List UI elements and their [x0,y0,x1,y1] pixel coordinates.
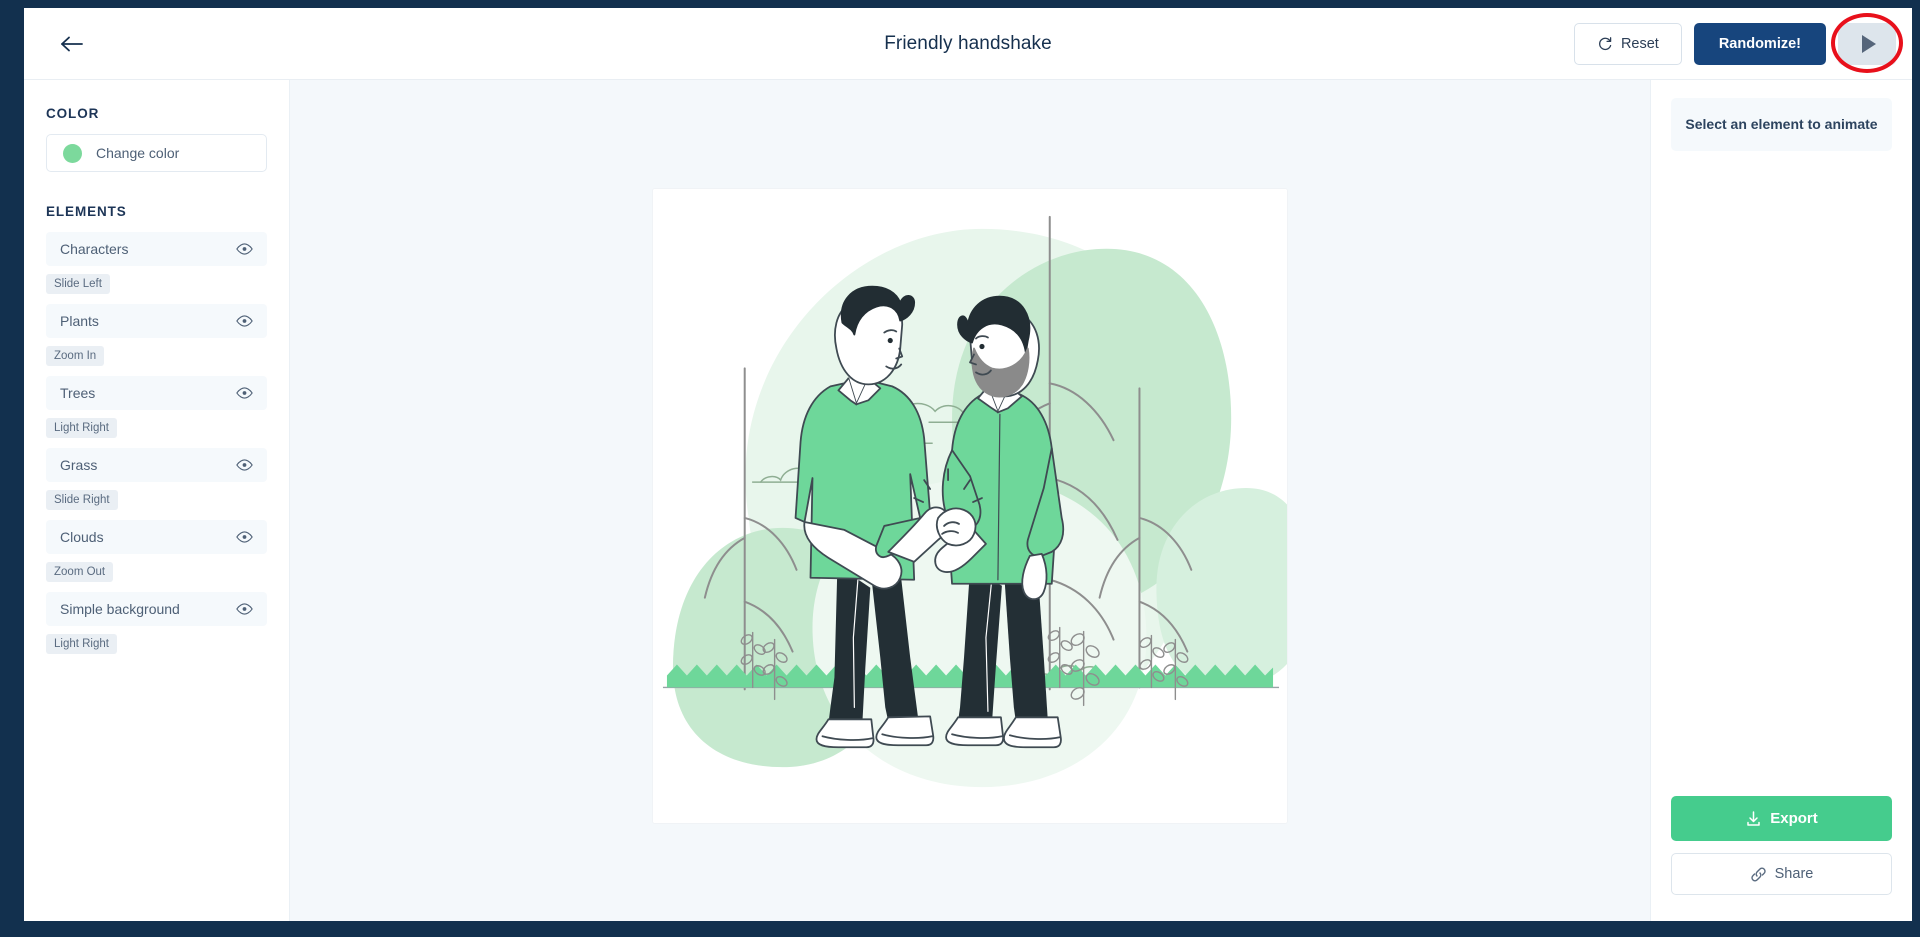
element-row[interactable]: Clouds [46,520,267,554]
element-name: Characters [60,241,129,257]
illustration-card[interactable] [652,188,1288,824]
element-name: Simple background [60,601,180,617]
element-name: Clouds [60,529,104,545]
change-color-button[interactable]: Change color [46,134,267,172]
animation-chip[interactable]: Light Right [46,634,117,654]
play-button-wrapper [1831,13,1903,73]
right-panel-actions: Export Share [1671,796,1892,895]
header-actions: Reset Randomize! [1573,13,1903,73]
element-row[interactable]: Characters [46,232,267,266]
animate-hint: Select an element to animate [1671,98,1892,151]
element-row[interactable]: Plants [46,304,267,338]
artboard-canvas[interactable] [290,80,1650,921]
right-panel: Select an element to animate Export Shar… [1650,80,1912,921]
element-name: Plants [60,313,99,329]
element-name: Trees [60,385,96,401]
eye-icon[interactable] [236,315,253,327]
animation-chip[interactable]: Light Right [46,418,117,438]
play-icon [1861,35,1876,53]
reset-button[interactable]: Reset [1573,23,1682,65]
color-swatch [63,143,82,163]
change-color-label: Change color [96,145,180,161]
eye-icon[interactable] [236,387,253,399]
elements-list: Characters Slide Left Plants Zoom In Trees Li… [46,232,267,664]
refresh-icon [1598,37,1612,51]
elements-section-title: ELEMENTS [46,204,127,219]
element-row[interactable]: Simple background [46,592,267,626]
app-header: Friendly handshake Reset Randomize! [24,8,1912,80]
eye-icon[interactable] [236,531,253,543]
share-label: Share [1774,866,1814,882]
randomize-button[interactable]: Randomize! [1693,23,1826,65]
randomize-label: Randomize! [1718,36,1801,52]
element-name: Grass [60,457,98,473]
back-button[interactable] [52,28,92,60]
eye-icon[interactable] [236,603,253,615]
arrow-left-icon [61,36,83,52]
app-window: Friendly handshake Reset Randomize! COLO… [24,8,1912,921]
color-section-title: COLOR [46,106,100,121]
export-button[interactable]: Export [1671,796,1892,841]
play-button[interactable] [1838,23,1896,65]
window-frame: Friendly handshake Reset Randomize! COLO… [0,0,1920,937]
download-icon [1747,811,1760,826]
animation-chip[interactable]: Slide Left [46,274,110,294]
export-label: Export [1770,810,1818,827]
animation-chip[interactable]: Slide Right [46,490,118,510]
share-button[interactable]: Share [1671,853,1892,895]
left-sidebar: COLOR Change color ELEMENTS Characters Sl… [24,80,290,921]
reset-label: Reset [1620,36,1659,52]
link-icon [1750,867,1766,881]
eye-icon[interactable] [236,243,253,255]
handshake-illustration [653,189,1287,823]
eye-icon[interactable] [236,459,253,471]
element-row[interactable]: Trees [46,376,267,410]
element-row[interactable]: Grass [46,448,267,482]
animation-chip[interactable]: Zoom In [46,346,105,366]
animation-chip[interactable]: Zoom Out [46,562,114,582]
